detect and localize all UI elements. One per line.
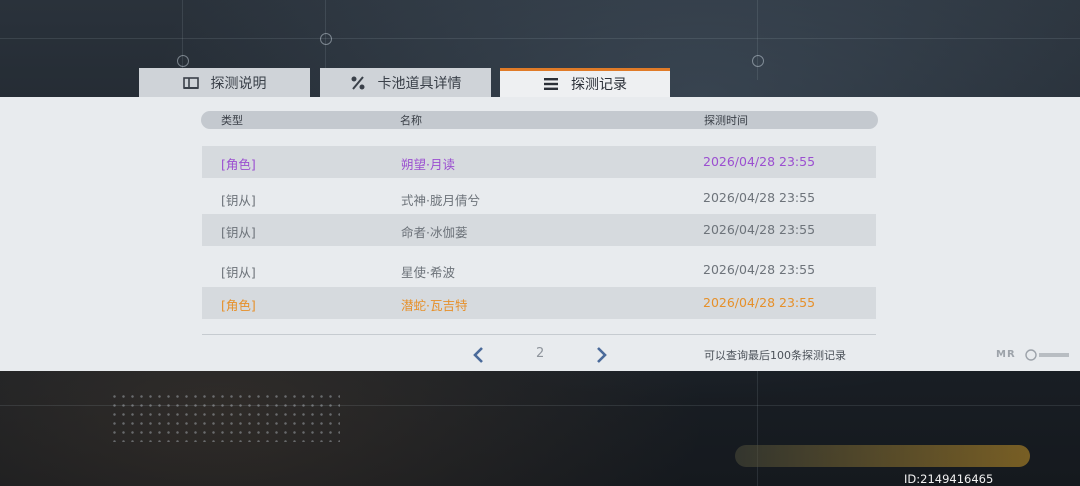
table-header: 类型 名称 探测时间 — [201, 111, 878, 129]
row-name: 式神·胧月倩兮 — [401, 193, 480, 208]
user-id-label: ID:2149416465 — [904, 472, 994, 486]
row-name: 星使·希波 — [401, 265, 455, 280]
row-time: 2026/04/28 23:55 — [703, 190, 816, 205]
row-time: 2026/04/28 23:55 — [703, 154, 816, 169]
tab-detection-info[interactable]: 探测说明 — [139, 68, 310, 97]
header-time: 探测时间 — [704, 114, 748, 127]
records-limit-note: 可以查询最后100条探测记录 — [704, 349, 846, 362]
table-row: [钥从] 星使·希波 2026/04/28 23:55 — [202, 254, 876, 286]
row-type: [角色] — [221, 298, 256, 313]
row-name: 命者·冰伽蒌 — [401, 225, 468, 240]
row-time: 2026/04/28 23:55 — [703, 262, 816, 277]
row-type: [角色] — [221, 157, 256, 172]
tab-detection-records[interactable]: 探测记录 — [500, 68, 670, 97]
row-name: 朔望·月读 — [401, 157, 455, 172]
bg-crosshair — [752, 55, 764, 67]
brand-logo: MR — [996, 349, 1016, 360]
list-menu-icon — [543, 76, 559, 92]
tab-label: 探测记录 — [571, 77, 627, 93]
header-name: 名称 — [400, 114, 422, 127]
info-book-icon — [182, 75, 199, 91]
table-row: [钥从] 式神·胧月倩兮 2026/04/28 23:55 — [202, 182, 876, 214]
bg-line — [0, 38, 1080, 39]
percent-icon — [350, 75, 366, 91]
row-type: [钥从] — [221, 225, 256, 240]
brand-emblem-icon — [1025, 349, 1071, 363]
table-row: [角色] 潜蛇·瓦吉特 2026/04/28 23:55 — [202, 287, 876, 319]
next-page-button[interactable] — [592, 345, 610, 365]
chevron-left-icon — [470, 347, 488, 369]
bg-line — [757, 0, 758, 80]
row-type: [钥从] — [221, 193, 256, 208]
table-divider — [202, 334, 876, 335]
row-type: [钥从] — [221, 265, 256, 280]
bg-line — [757, 371, 758, 486]
table-row: [钥从] 命者·冰伽蒌 2026/04/28 23:55 — [202, 214, 876, 246]
bg-glow-bar — [735, 445, 1030, 467]
row-time: 2026/04/28 23:55 — [703, 222, 816, 237]
table-row: [角色] 朔望·月读 2026/04/28 23:55 — [202, 146, 876, 178]
header-type: 类型 — [221, 114, 243, 127]
chevron-right-icon — [592, 347, 610, 369]
prev-page-button[interactable] — [470, 345, 488, 365]
tab-pool-item-details[interactable]: 卡池道具详情 — [320, 68, 491, 97]
bg-crosshair — [320, 33, 332, 45]
bg-dot-grid — [110, 392, 340, 442]
row-name: 潜蛇·瓦吉特 — [401, 298, 468, 313]
tab-label: 卡池道具详情 — [377, 75, 462, 92]
bg-crosshair — [177, 55, 189, 67]
page-number: 2 — [536, 346, 545, 361]
tab-label: 探测说明 — [210, 75, 267, 92]
row-time: 2026/04/28 23:55 — [703, 295, 816, 310]
records-panel: 类型 名称 探测时间 [角色] 朔望·月读 2026/04/28 23:55 [… — [0, 97, 1080, 371]
